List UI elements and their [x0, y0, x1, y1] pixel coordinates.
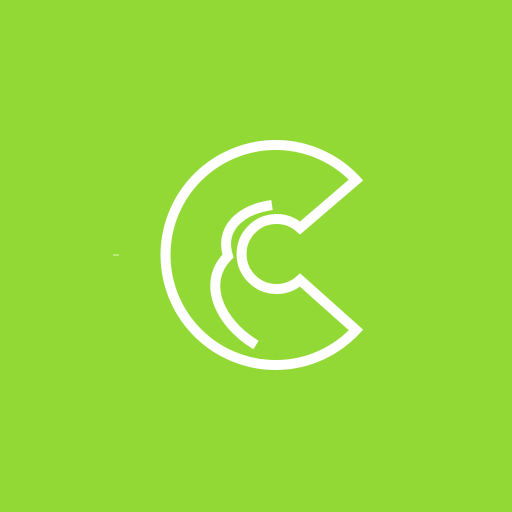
outer-c-outline — [160, 140, 364, 370]
c-letter-logo-icon — [160, 140, 364, 370]
app-icon-canvas — [0, 0, 512, 512]
